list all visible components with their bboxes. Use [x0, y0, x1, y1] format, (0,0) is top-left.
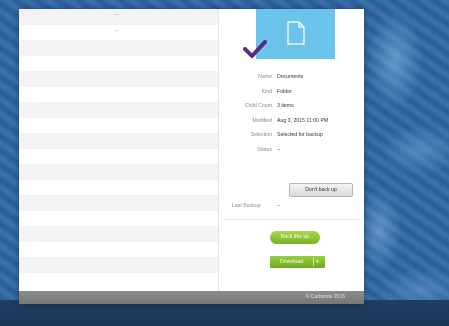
list-item[interactable] [19, 86, 218, 102]
list-item[interactable]: – [19, 24, 218, 40]
app-window: – – Name Documents Kind Folder Child Cou… [19, 9, 364, 304]
list-item[interactable] [19, 133, 218, 149]
dont-back-up-button[interactable]: Don't back up [289, 183, 353, 197]
property-selection: Selection Selected for backup [250, 132, 323, 138]
download-label: Download [279, 259, 304, 265]
list-item[interactable] [19, 55, 218, 71]
list-item[interactable] [19, 272, 218, 288]
divider [224, 219, 359, 220]
button-divider [313, 258, 314, 266]
back-this-up-button[interactable]: Back this up [270, 231, 320, 244]
document-icon [287, 21, 305, 45]
list-item[interactable] [19, 210, 218, 226]
property-name: Name Documents [258, 74, 304, 80]
property-kind: Kind Folder [261, 88, 292, 95]
list-item[interactable] [19, 71, 218, 87]
list-item[interactable] [19, 40, 218, 56]
list-item[interactable] [19, 102, 218, 118]
list-item[interactable] [19, 164, 218, 180]
checkmark-icon [243, 40, 267, 58]
status-bar: © Carbonite 2015 [19, 291, 364, 304]
chevron-down-icon[interactable]: ▾ [316, 256, 319, 268]
download-button[interactable]: Download ▾ [270, 256, 325, 268]
list-item[interactable] [19, 257, 218, 273]
list-item[interactable] [19, 195, 218, 211]
properties-list: Name Documents Kind Folder Child Count 3… [219, 71, 364, 158]
property-child-count: Child Count 3 items [244, 103, 294, 109]
property-status: Status – [257, 146, 280, 153]
property-modified: Modified Aug 3, 2015 11:00 PM [252, 117, 329, 124]
file-list[interactable]: – – [19, 9, 219, 291]
property-last-backup: Last Backup – [232, 203, 280, 209]
list-item[interactable] [19, 148, 218, 164]
list-item[interactable] [19, 241, 218, 257]
list-item[interactable] [19, 226, 218, 242]
copyright-text: © Carbonite 2015 [305, 294, 345, 300]
list-item[interactable] [19, 179, 218, 195]
details-panel: Name Documents Kind Folder Child Count 3… [219, 9, 364, 291]
list-item[interactable] [19, 117, 218, 133]
list-item[interactable]: – [19, 9, 218, 25]
